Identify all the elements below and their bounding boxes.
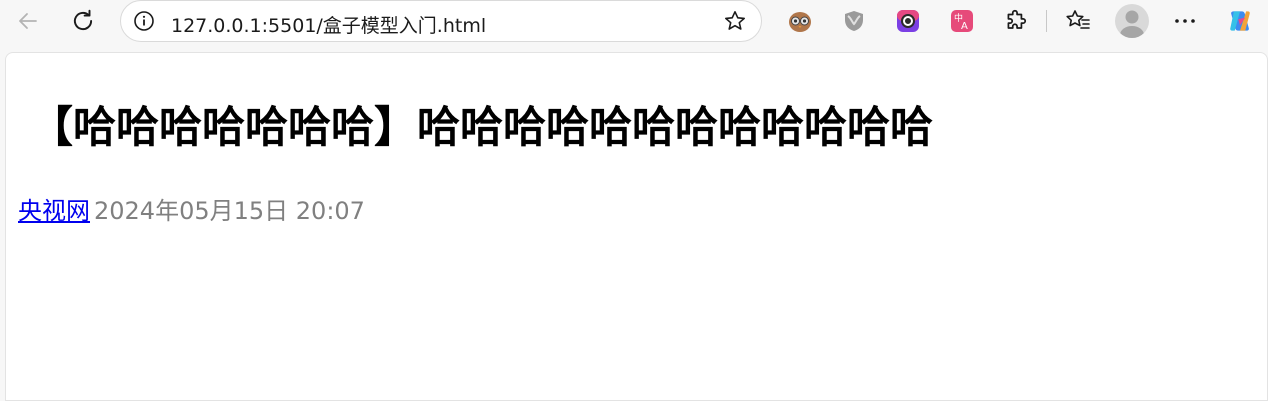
camera-extension-button[interactable] xyxy=(894,7,922,35)
site-info-button[interactable] xyxy=(132,9,156,33)
copilot-button[interactable] xyxy=(1226,7,1254,35)
address-bar[interactable]: 127.0.0.1:5501/盒子模型入门.html xyxy=(120,0,762,42)
settings-more-button[interactable] xyxy=(1171,7,1199,35)
favorites-button[interactable] xyxy=(1064,7,1092,35)
web-page-content: 【哈哈哈哈哈哈哈】哈哈哈哈哈哈哈哈哈哈哈哈 央视网 2024年05月15日 20:… xyxy=(5,52,1268,401)
site-info-icon xyxy=(134,11,154,31)
browser-toolbar: 127.0.0.1:5501/盒子模型入门.html 中A xyxy=(0,0,1268,50)
favorites-list-icon xyxy=(1066,10,1090,29)
profile-button[interactable] xyxy=(1115,4,1149,38)
star-icon xyxy=(725,11,745,30)
translate-extension-button[interactable]: 中A xyxy=(948,7,976,35)
owl-extension-icon xyxy=(789,12,811,32)
camera-extension-icon xyxy=(897,10,919,32)
copilot-icon xyxy=(1230,11,1250,31)
publish-time: 2024年05月15日 20:07 xyxy=(94,197,365,225)
svg-text:A: A xyxy=(961,21,968,32)
owl-extension-button[interactable] xyxy=(786,7,814,35)
profile-avatar-icon xyxy=(1120,10,1144,38)
back-arrow-icon xyxy=(19,13,37,29)
toolbar-separator xyxy=(1046,10,1047,32)
reload-icon xyxy=(73,9,93,31)
puzzle-icon xyxy=(1007,9,1027,29)
extensions-button[interactable] xyxy=(1002,7,1030,35)
article-title: 【哈哈哈哈哈哈哈】哈哈哈哈哈哈哈哈哈哈哈哈 xyxy=(30,103,933,153)
more-dots-icon xyxy=(1175,19,1195,23)
add-favorite-button[interactable] xyxy=(721,7,749,35)
reload-button[interactable] xyxy=(67,5,99,37)
back-button[interactable] xyxy=(12,5,44,37)
source-link[interactable]: 央视网 xyxy=(18,197,90,225)
shield-extension-button[interactable] xyxy=(840,7,868,35)
article-meta: 央视网 2024年05月15日 20:07 xyxy=(18,191,365,226)
translate-extension-icon: 中A xyxy=(951,10,973,32)
shield-extension-icon xyxy=(845,11,863,31)
url-text[interactable]: 127.0.0.1:5501/盒子模型入门.html xyxy=(171,11,486,38)
